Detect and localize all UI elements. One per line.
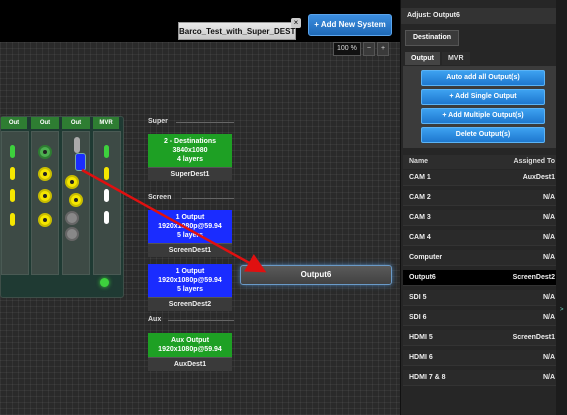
output-name: CAM 4 [409,234,431,241]
output-name: CAM 3 [409,214,431,221]
output-name: HDMI 5 [409,334,433,341]
panel-title: Adjust: Output6 [401,8,561,24]
column-name: Name [409,158,429,165]
output-name: HDMI 6 [409,354,433,361]
output-name: Output6 [409,274,436,281]
output-list-row[interactable]: CAM 1 AuxDest1 [403,170,561,186]
assigned-to-value: ScreenDest2 [512,274,555,281]
output-list-row[interactable]: SDI 5 N/A [403,290,561,306]
assigned-to-value: N/A [542,194,555,201]
output-name: CAM 2 [409,194,431,201]
output-list-row[interactable]: Output6 ScreenDest2 [403,270,561,286]
assigned-to-value: N/A [542,214,555,221]
auto-add-outputs-button[interactable]: Auto add all Output(s) [421,70,545,86]
assigned-to-value: N/A [542,314,555,321]
output-list-row[interactable]: CAM 3 N/A [403,210,561,226]
output-list-row[interactable]: CAM 2 N/A [403,190,561,206]
add-single-output-button[interactable]: + Add Single Output [421,89,545,105]
assigned-to-value: ScreenDest1 [512,334,555,341]
action-buttons: Auto add all Output(s) + Add Single Outp… [403,66,563,148]
connection-arrow [81,168,267,273]
output-list-row[interactable]: SDI 6 N/A [403,310,561,326]
output-list-row[interactable]: HDMI 5 ScreenDest1 [403,330,561,346]
assigned-to-value: N/A [542,294,555,301]
output-name: SDI 6 [409,314,427,321]
output-name: SDI 5 [409,294,427,301]
scroll-indicator-icon: > [560,307,564,313]
tab-output[interactable]: Output [405,52,440,65]
output-list-row[interactable]: CAM 4 N/A [403,230,561,246]
delete-outputs-button[interactable]: Delete Output(s) [421,127,545,143]
tab-destination[interactable]: Destination [405,30,459,46]
output-list-row[interactable]: HDMI 6 N/A [403,350,561,366]
output-name: CAM 1 [409,174,431,181]
column-assigned-to: Assigned To [513,158,555,165]
assigned-to-value: N/A [542,234,555,241]
add-multiple-outputs-button[interactable]: + Add Multiple Output(s) [421,108,545,124]
adjust-panel: Adjust: Output6 Destination Output MVR A… [400,0,567,415]
assigned-to-value: N/A [542,374,555,381]
output-list-header: Name Assigned To [403,155,561,169]
tab-mvr[interactable]: MVR [441,52,470,65]
output-list-row[interactable]: HDMI 7 & 8 N/A [403,370,561,386]
assigned-to-value: AuxDest1 [522,174,555,181]
panel-scrollbar[interactable] [556,0,567,415]
subtab-bar: Output MVR [405,52,470,65]
output-list-row[interactable]: Computer N/A [403,250,561,266]
output-name: HDMI 7 & 8 [409,374,446,381]
output-name: Computer [409,254,443,261]
assigned-to-value: N/A [542,254,555,261]
assigned-to-value: N/A [542,354,555,361]
